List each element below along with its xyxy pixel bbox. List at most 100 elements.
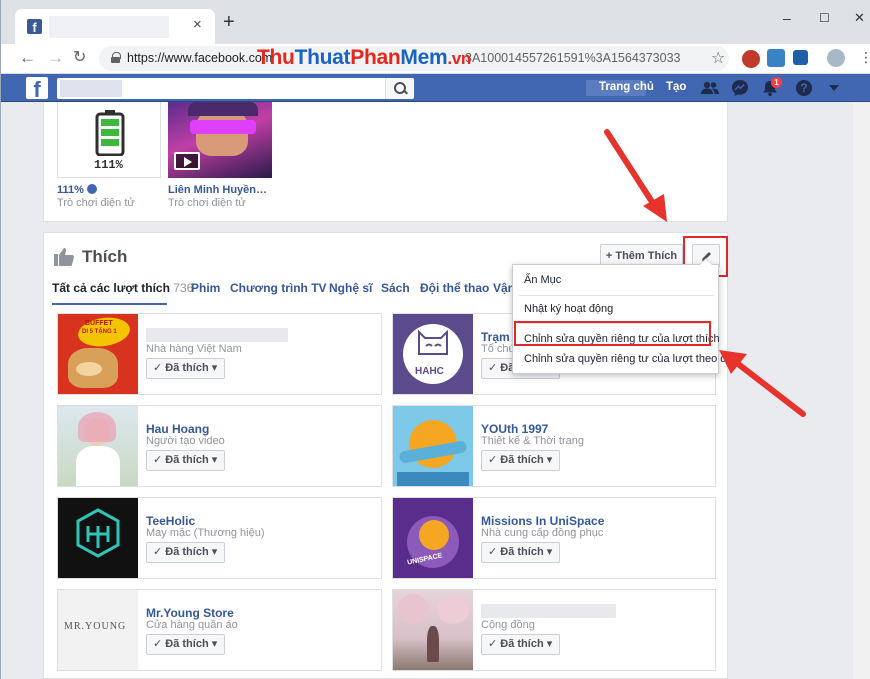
maximize-icon[interactable]: ☐: [819, 11, 830, 25]
messenger-icon[interactable]: [731, 79, 749, 97]
page-name[interactable]: TeeHolic: [146, 514, 195, 528]
page-name[interactable]: YOUth 1997: [481, 422, 548, 436]
page-name[interactable]: Mr.Young Store: [146, 606, 234, 620]
tab-all-likes[interactable]: Tất cả các lượt thích 736: [52, 281, 193, 295]
page-category: Cộng đồng: [481, 619, 535, 631]
liked-dropdown-button[interactable]: ✓ Đã thích ▾: [146, 450, 226, 471]
games-card: 111% 111% Trò chơi điện tử Liên Minh Huy…: [43, 102, 728, 222]
thumbs-up-icon: [54, 248, 74, 266]
page-picture[interactable]: [393, 590, 473, 670]
page-picture[interactable]: MR.YOUNG: [58, 590, 138, 670]
tab-title-redacted: [49, 16, 169, 38]
page-category: Người tạo video: [146, 435, 225, 447]
game-thumb-text: 111%: [94, 158, 123, 172]
new-tab-icon[interactable]: +: [223, 12, 235, 32]
liked-dropdown-button[interactable]: ✓ Đã thích ▾: [146, 358, 226, 379]
tab-close-icon[interactable]: ×: [193, 16, 202, 33]
page-scrollbar[interactable]: [853, 102, 870, 679]
page-name-redacted: [481, 604, 616, 618]
edit-likes-menu: Ẩn Mục Nhật ký hoạt động Chỉnh sửa quyền…: [512, 258, 735, 374]
close-window-icon[interactable]: ✕: [854, 10, 865, 26]
game-thumbnail[interactable]: [168, 102, 272, 178]
menu-divider: [519, 295, 714, 296]
game-item[interactable]: Liên Minh Huyền… Trò chơi điện tử: [168, 102, 272, 209]
lock-icon: [111, 52, 121, 63]
page-picture[interactable]: BUFFET DI 5 TẶNG 1: [58, 314, 138, 394]
game-item[interactable]: 111% 111% Trò chơi điện tử: [57, 102, 161, 209]
facebook-search-input[interactable]: [57, 78, 414, 99]
extension-icon[interactable]: [742, 50, 760, 68]
liked-page-card: YOUth 1997 Thiết kế & Thời trang ✓ Đã th…: [392, 405, 716, 487]
new-extension-icon[interactable]: [767, 49, 785, 67]
liked-page-card: MR.YOUNG Mr.Young Store Cửa hàng quần áo…: [57, 589, 382, 671]
page-name[interactable]: Hau Hoang: [146, 422, 209, 436]
search-icon[interactable]: [385, 78, 413, 99]
liked-dropdown-button[interactable]: ✓ Đã thích ▾: [146, 542, 226, 563]
active-tab-underline: [52, 303, 167, 305]
menu-item-edit-follows-privacy[interactable]: Chỉnh sửa quyền riêng tư của lượt theo d…: [524, 353, 735, 365]
tab-tv-shows[interactable]: Chương trình TV: [230, 281, 327, 295]
liked-dropdown-button[interactable]: ✓ Đã thích ▾: [481, 634, 561, 655]
liked-page-card: Cộng đồng ✓ Đã thích ▾: [392, 589, 716, 671]
tab-strip: f × + – ☐ ✕: [1, 0, 870, 44]
facebook-favicon-icon: f: [27, 19, 42, 35]
tab-movies[interactable]: Phim: [191, 281, 220, 295]
page-picture[interactable]: [58, 498, 138, 578]
liked-dropdown-button[interactable]: ✓ Đã thích ▾: [481, 450, 561, 471]
tab-books[interactable]: Sách: [381, 281, 410, 295]
game-category: Trò chơi điện tử: [57, 197, 135, 209]
cat-logo-icon: [418, 329, 448, 355]
nav-home-link[interactable]: Trang chủ: [599, 81, 654, 93]
verified-badge-icon: [86, 184, 97, 194]
game-category: Trò chơi điện tử: [168, 197, 246, 209]
page-picture[interactable]: HAHC: [393, 314, 473, 394]
download-icon[interactable]: [793, 50, 808, 65]
page-picture[interactable]: UNISPACE: [393, 498, 473, 578]
browser-menu-icon[interactable]: ⋮: [859, 49, 870, 66]
url-text-end: 3A100014557261591%3A1564373033: [465, 51, 681, 65]
menu-item-activity-log[interactable]: Nhật ký hoạt động: [524, 303, 613, 315]
page-category: Nhà cung cấp đồng phục: [481, 527, 604, 539]
nav-create-link[interactable]: Tạo: [666, 81, 686, 93]
page-name[interactable]: Missions In UniSpace: [481, 514, 604, 528]
liked-dropdown-button[interactable]: ✓ Đã thích ▾: [146, 634, 226, 655]
liked-dropdown-button[interactable]: ✓ Đã thích ▾: [481, 542, 561, 563]
back-icon[interactable]: ←: [19, 48, 36, 68]
game-thumbnail[interactable]: 111%: [57, 102, 161, 178]
page-picture[interactable]: [58, 406, 138, 486]
tab-sports-teams[interactable]: Đội thể thao: [420, 281, 489, 295]
page-category: Thiết kế & Thời trang: [481, 435, 585, 447]
url-text-start: https://www.facebook.com: [127, 51, 273, 65]
browser-toolbar: ← → ↻ https://www.facebook.com 3A1000145…: [1, 44, 870, 74]
page-name-redacted: [146, 328, 288, 342]
forward-icon[interactable]: →: [47, 48, 64, 68]
bookmark-star-icon[interactable]: ☆: [711, 48, 725, 68]
menu-item-hide-section[interactable]: Ẩn Mục: [524, 274, 561, 286]
search-text-redacted: [60, 80, 122, 97]
browser-tab[interactable]: f ×: [15, 9, 215, 44]
liked-page-card: Hau Hoang Người tạo video ✓ Đã thích ▾: [57, 405, 382, 487]
game-name[interactable]: 111%: [57, 184, 84, 196]
game-name[interactable]: Liên Minh Huyền…: [168, 184, 272, 196]
address-bar[interactable]: https://www.facebook.com 3A1000145572615…: [99, 46, 729, 71]
help-icon[interactable]: ?: [796, 80, 812, 96]
friends-icon[interactable]: [701, 79, 719, 97]
minimize-icon[interactable]: –: [783, 10, 791, 26]
profile-avatar-icon[interactable]: [827, 49, 845, 67]
facebook-header: f Trang chủ Tạo 1 ?: [1, 74, 870, 102]
liked-page-card: TeeHolic May mặc (Thương hiệu) ✓ Đã thíc…: [57, 497, 382, 579]
tab-artists[interactable]: Nghệ sĩ: [329, 281, 372, 295]
page-category: Cửa hàng quần áo: [146, 619, 238, 631]
reload-icon[interactable]: ↻: [73, 48, 86, 68]
page-picture[interactable]: [393, 406, 473, 486]
menu-caret-icon[interactable]: [829, 85, 839, 91]
timeline-content: 111% 111% Trò chơi điện tử Liên Minh Huy…: [43, 102, 728, 679]
notification-badge: 1: [771, 77, 782, 88]
teeholic-logo-icon: [76, 508, 120, 558]
play-video-icon[interactable]: [174, 152, 200, 170]
facebook-logo-icon[interactable]: f: [26, 77, 48, 99]
menu-item-highlight: [514, 321, 711, 346]
battery-icon: [95, 110, 125, 156]
page-category: May mặc (Thương hiệu): [146, 527, 265, 539]
likes-heading: Thích: [82, 247, 128, 266]
